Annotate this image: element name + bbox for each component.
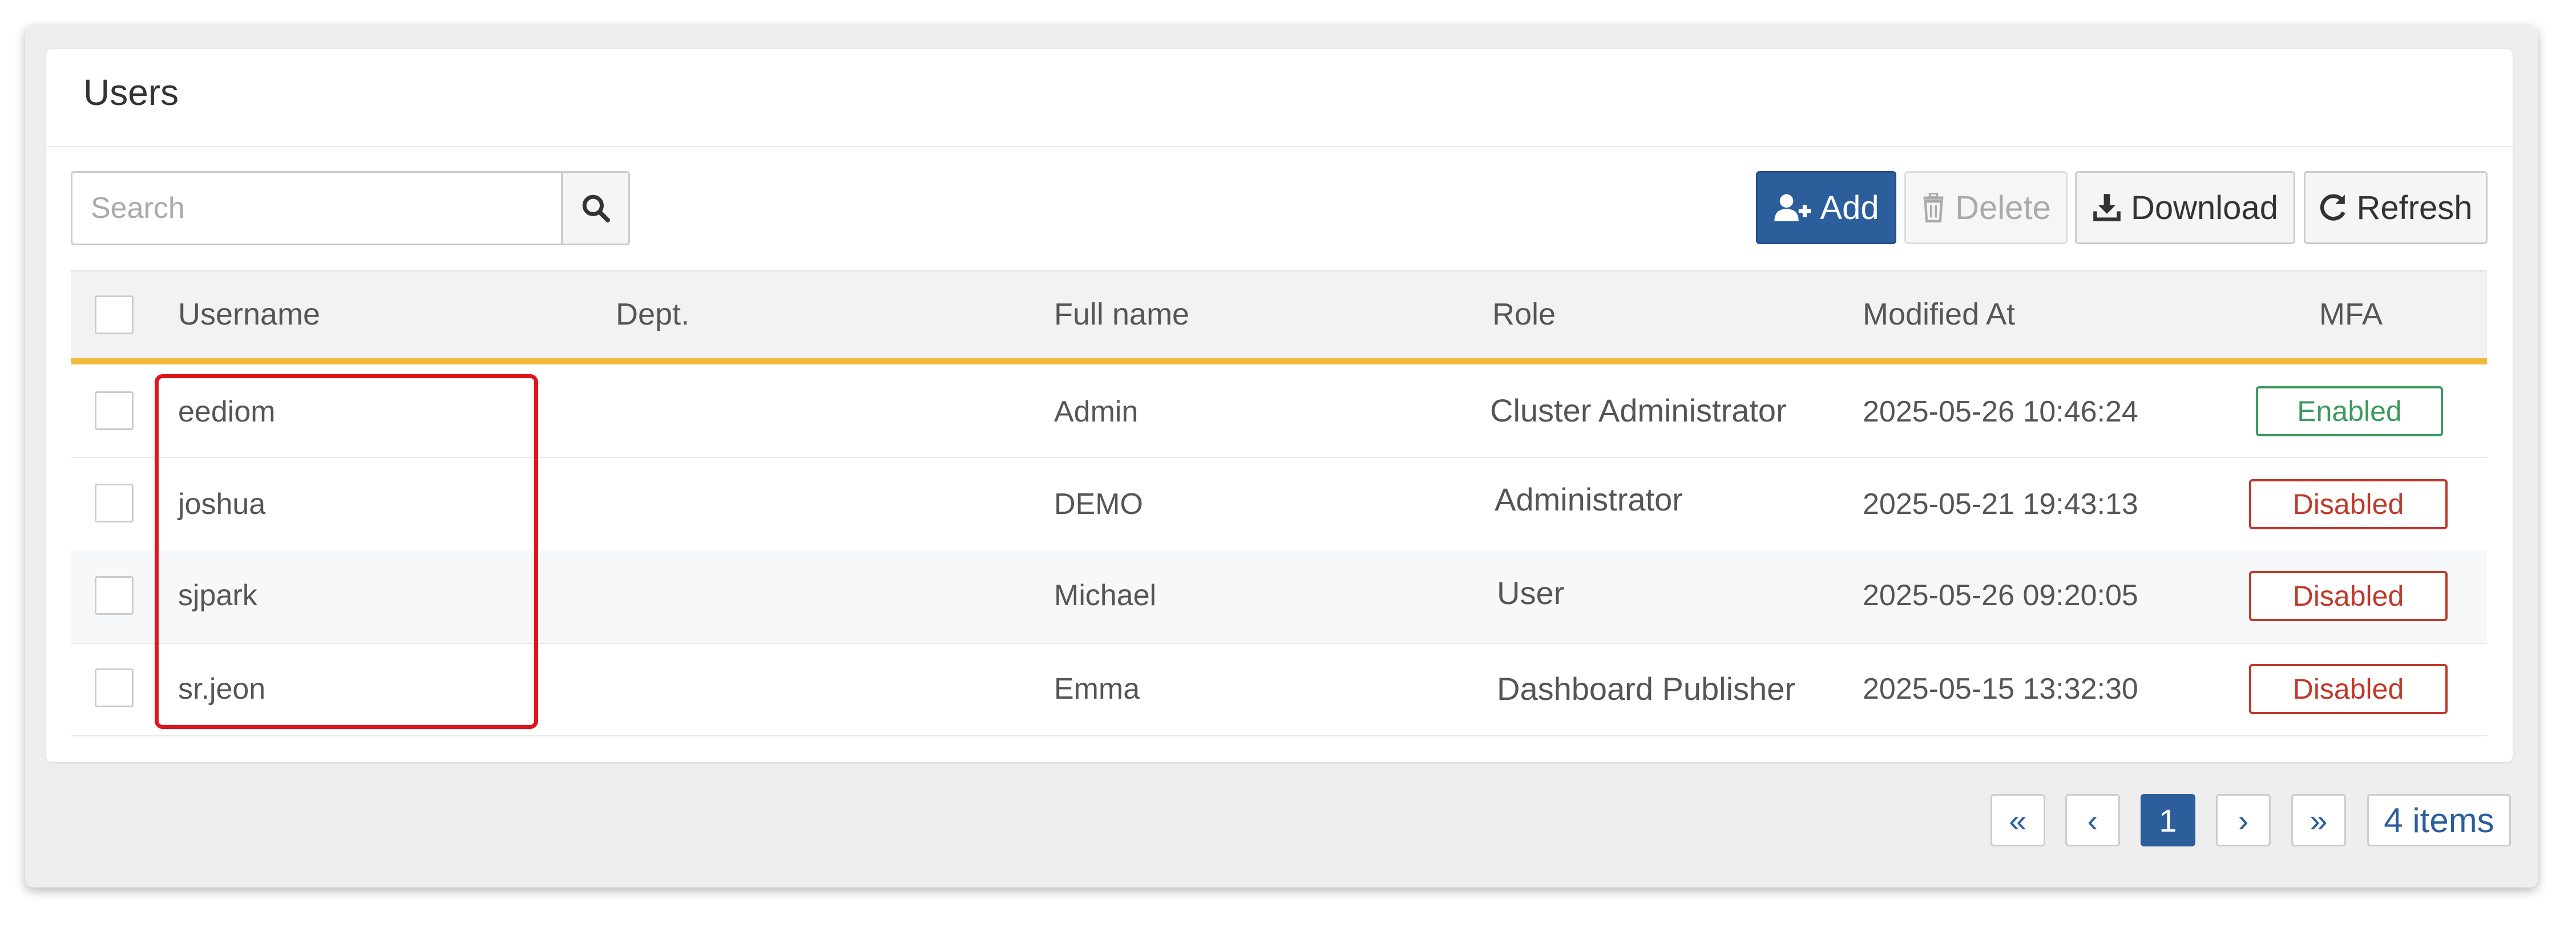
column-header-username[interactable]: Username — [178, 299, 320, 330]
column-header-mfa[interactable]: MFA — [2319, 299, 2383, 330]
cell-fullname: Admin — [1054, 395, 1138, 428]
mfa-status-badge: Disabled — [2249, 664, 2448, 714]
page-title: Users — [83, 72, 179, 113]
refresh-button-label: Refresh — [2356, 189, 2473, 226]
delete-button[interactable]: Delete — [1904, 171, 2068, 244]
search-button[interactable] — [562, 171, 630, 245]
row-checkbox[interactable] — [95, 668, 134, 707]
cell-modified-at: 2025-05-26 09:20:05 — [1863, 579, 2138, 612]
row-checkbox[interactable] — [95, 484, 134, 522]
cell-role: Cluster Administrator — [1490, 392, 1787, 428]
refresh-button[interactable]: Refresh — [2304, 171, 2488, 244]
add-button-label: Add — [1820, 189, 1879, 226]
table-header — [71, 270, 2487, 358]
column-header-dept[interactable]: Dept. — [616, 299, 689, 330]
refresh-icon — [2320, 194, 2346, 221]
pagination-current-page[interactable]: 1 — [2141, 794, 2195, 846]
cell-role: Dashboard Publisher — [1497, 671, 1795, 707]
mfa-status-badge: Enabled — [2256, 386, 2443, 436]
cell-fullname: Emma — [1054, 672, 1140, 706]
cell-modified-at: 2025-05-15 13:32:30 — [1863, 672, 2138, 706]
pagination-next-button[interactable]: › — [2216, 794, 2271, 846]
download-icon — [2093, 194, 2121, 221]
pagination-prev-button[interactable]: ‹ — [2065, 794, 2120, 846]
search-icon — [582, 194, 610, 222]
column-header-modified-at[interactable]: Modified At — [1863, 299, 2015, 330]
cell-modified-at: 2025-05-26 10:46:24 — [1863, 395, 2138, 428]
search-input[interactable] — [71, 171, 563, 245]
cell-modified-at: 2025-05-21 19:43:13 — [1863, 488, 2138, 521]
cell-fullname: DEMO — [1054, 488, 1143, 521]
pagination-item-count: 4 items — [2367, 794, 2511, 846]
delete-button-label: Delete — [1955, 189, 2051, 226]
row-checkbox[interactable] — [95, 391, 134, 430]
cell-role: Administrator — [1495, 481, 1683, 517]
add-user-button[interactable]: Add — [1756, 171, 1896, 244]
mfa-status-badge: Disabled — [2249, 479, 2448, 529]
username-highlight-box — [155, 374, 538, 729]
trash-icon — [1923, 193, 1944, 222]
add-user-icon — [1774, 194, 1811, 221]
column-header-role[interactable]: Role — [1492, 299, 1556, 330]
select-all-checkbox[interactable] — [95, 295, 134, 334]
cell-role: User — [1497, 575, 1565, 611]
download-button-label: Download — [2131, 189, 2278, 226]
title-divider — [46, 146, 2513, 147]
pagination-last-button[interactable]: » — [2291, 794, 2346, 846]
cell-fullname: Michael — [1054, 579, 1157, 612]
download-button[interactable]: Download — [2075, 171, 2295, 244]
pagination-first-button[interactable]: « — [1990, 794, 2045, 846]
mfa-status-badge: Disabled — [2249, 571, 2448, 621]
table-header-accent — [71, 358, 2487, 364]
column-header-fullname[interactable]: Full name — [1054, 299, 1189, 330]
row-checkbox[interactable] — [95, 576, 134, 615]
